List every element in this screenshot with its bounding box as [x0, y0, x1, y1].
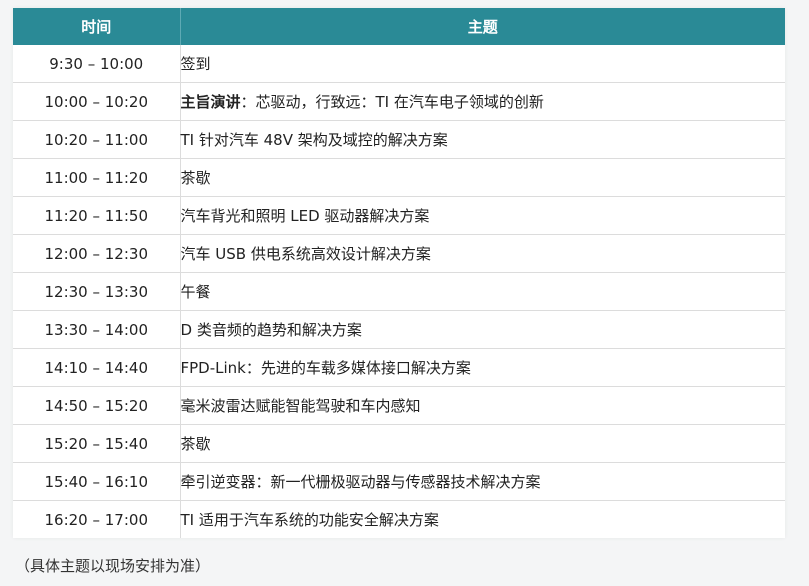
table-row: 13:30 – 14:00 D 类音频的趋势和解决方案	[13, 310, 785, 349]
table-header-row: 时间 主题	[13, 8, 785, 45]
time-cell: 14:10 – 14:40	[13, 348, 181, 387]
footnote: （具体主题以现场安排为准）	[15, 557, 211, 575]
agenda-card: 时间 主题 9:30 – 10:00 签到 10:00 – 10:20 主旨演讲…	[13, 8, 785, 538]
topic-cell: 主旨演讲：芯驱动，行致远：TI 在汽车电子领域的创新	[180, 82, 785, 121]
table-row: 15:40 – 16:10 牵引逆变器：新一代栅极驱动器与传感器技术解决方案	[13, 462, 785, 501]
table-row: 14:50 – 15:20 毫米波雷达赋能智能驾驶和车内感知	[13, 386, 785, 425]
time-cell: 10:00 – 10:20	[13, 82, 181, 121]
topic-cell: 午餐	[180, 272, 785, 311]
topic-cell: 汽车背光和照明 LED 驱动器解决方案	[180, 196, 785, 235]
table-row: 14:10 – 14:40 FPD-Link：先进的车载多媒体接口解决方案	[13, 348, 785, 387]
topic-cell: 毫米波雷达赋能智能驾驶和车内感知	[180, 386, 785, 425]
table-row: 16:20 – 17:00 TI 适用于汽车系统的功能安全解决方案	[13, 500, 785, 538]
table-row: 10:20 – 11:00 TI 针对汽车 48V 架构及域控的解决方案	[13, 120, 785, 159]
topic-cell: D 类音频的趋势和解决方案	[180, 310, 785, 349]
topic-cell: TI 适用于汽车系统的功能安全解决方案	[180, 511, 439, 529]
table-row: 12:00 – 12:30 汽车 USB 供电系统高效设计解决方案	[13, 234, 785, 273]
topic-text: ：芯驱动，行致远：TI 在汽车电子领域的创新	[240, 93, 544, 111]
table-row: 11:20 – 11:50 汽车背光和照明 LED 驱动器解决方案	[13, 196, 785, 235]
topic-cell: TI 针对汽车 48V 架构及域控的解决方案	[180, 120, 785, 159]
topic-cell: FPD-Link：先进的车载多媒体接口解决方案	[180, 348, 785, 387]
topic-cell: 签到	[180, 45, 785, 83]
time-cell: 11:00 – 11:20	[13, 158, 181, 197]
time-cell: 9:30 – 10:00	[13, 45, 181, 83]
time-cell: 15:20 – 15:40	[13, 424, 181, 463]
time-cell: 16:20 – 17:00	[13, 500, 181, 538]
table-row: 9:30 – 10:00 签到	[13, 45, 785, 83]
time-cell: 10:20 – 11:00	[13, 120, 181, 159]
topic-cell: 汽车 USB 供电系统高效设计解决方案	[180, 234, 785, 273]
header-time: 时间	[13, 8, 181, 45]
topic-cell: 茶歇	[180, 424, 785, 463]
topic-cell: 牵引逆变器：新一代栅极驱动器与传感器技术解决方案	[180, 462, 785, 501]
time-cell: 15:40 – 16:10	[13, 462, 181, 501]
header-topic: 主题	[180, 8, 785, 45]
agenda-table: 时间 主题 9:30 – 10:00 签到 10:00 – 10:20 主旨演讲…	[13, 8, 785, 538]
time-cell: 12:00 – 12:30	[13, 234, 181, 273]
time-cell: 14:50 – 15:20	[13, 386, 181, 425]
topic-cell: 茶歇	[180, 158, 785, 197]
time-cell: 11:20 – 11:50	[13, 196, 181, 235]
time-cell: 13:30 – 14:00	[13, 310, 181, 349]
table-row: 12:30 – 13:30 午餐	[13, 272, 785, 311]
time-cell: 12:30 – 13:30	[13, 272, 181, 311]
keynote-label: 主旨演讲	[180, 93, 241, 111]
table-row: 15:20 – 15:40 茶歇	[13, 424, 785, 463]
table-row: 10:00 – 10:20 主旨演讲：芯驱动，行致远：TI 在汽车电子领域的创新	[13, 82, 785, 121]
table-row: 11:00 – 11:20 茶歇	[13, 158, 785, 197]
